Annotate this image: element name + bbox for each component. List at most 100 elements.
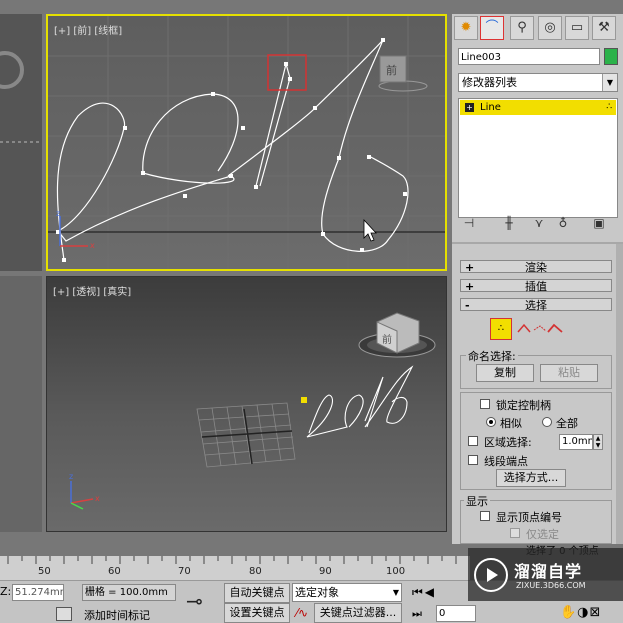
stack-item-line[interactable]: + Line ∴ xyxy=(460,100,616,115)
make-unique-icon[interactable]: ⋎ xyxy=(530,214,548,232)
named-selection-title: 命名选择: xyxy=(466,348,518,364)
viewport-nav-icons[interactable]: ✋◑⊠ xyxy=(560,605,601,620)
segment-spline-level-icons[interactable] xyxy=(516,322,566,336)
tick-label: 70 xyxy=(178,566,191,577)
object-color-swatch[interactable] xyxy=(604,48,618,65)
grid-size-display: 栅格 = 100.0mm xyxy=(82,584,176,601)
modifier-stack[interactable]: + Line ∴ xyxy=(458,98,618,218)
remove-modifier-icon[interactable]: ♁ xyxy=(554,214,572,232)
home-grid xyxy=(196,402,296,468)
tick-label: 90 xyxy=(319,566,332,577)
chevron-down-icon: ▼ xyxy=(392,588,399,597)
modifier-list-dropdown[interactable]: 修改器列表 ▼ xyxy=(458,73,618,92)
add-time-tag-label[interactable]: 添加时间标记 xyxy=(84,607,150,623)
object-name-field[interactable]: Line003 xyxy=(458,48,600,65)
watermark-brand: 溜溜自学 xyxy=(514,562,583,581)
command-panel: ✹ ⌒ ⚲ ◎ ▭ ⚒ Line003 修改器列表 ▼ + Line ∴ ⊣ ╫ … xyxy=(452,14,623,557)
similar-radio[interactable] xyxy=(486,417,496,427)
all-label: 全部 xyxy=(556,417,578,430)
show-end-result-icon[interactable]: ╫ xyxy=(500,214,518,232)
copy-button[interactable]: 复制 xyxy=(476,364,534,382)
key-mode-icon[interactable]: ⏭ xyxy=(412,607,422,621)
z-coordinate-field[interactable]: 51.274mm xyxy=(12,584,64,601)
rollup-render[interactable]: + 渲染 xyxy=(460,260,612,274)
auto-key-button[interactable]: 自动关键点 xyxy=(224,583,290,603)
rollup-interpolation[interactable]: + 插值 xyxy=(460,279,612,293)
watermark-url: ZIXUE.3D66.COM xyxy=(516,581,586,590)
key-filter-icon: ⁄∿ xyxy=(296,606,309,620)
configure-sets-icon[interactable]: ▣ xyxy=(590,214,608,232)
selected-only-label: 仅选定 xyxy=(526,528,559,541)
selected-object-dropdown[interactable]: 选定对象 ▼ xyxy=(292,583,402,602)
pin-stack-icon[interactable]: ⊣ xyxy=(460,214,478,232)
rollup-interpolation-label: 插值 xyxy=(525,280,547,293)
viewcube-front[interactable]: 前 xyxy=(378,55,428,92)
stack-toolbar: ⊣ ╫ ⋎ ♁ ▣ xyxy=(458,214,618,234)
svg-text:z: z xyxy=(56,209,60,218)
key-filters-button[interactable]: 关键点过滤器... xyxy=(314,603,402,623)
motion-tab-icon[interactable]: ◎ xyxy=(538,16,562,40)
perspective-viewport[interactable]: [+] [透视] [真实] 前 z x xyxy=(46,276,447,532)
modify-tab-icon[interactable]: ⌒ xyxy=(480,16,504,40)
set-key-button[interactable]: 设置关键点 xyxy=(224,603,290,623)
rollup-render-label: 渲染 xyxy=(525,261,547,274)
svg-text:z: z xyxy=(69,472,73,481)
mouse-cursor-icon xyxy=(363,218,377,242)
front-viewport[interactable]: [+] [前] [线框] 前 z x xyxy=(46,14,447,271)
show-vertex-numbers-label: 显示顶点编号 xyxy=(496,511,562,524)
area-selection-checkbox[interactable] xyxy=(468,436,478,446)
perspective-viewport-canvas: 前 z x xyxy=(69,312,436,510)
rollup-selection-label: 选择 xyxy=(525,299,547,312)
stack-item-label: Line xyxy=(480,102,501,113)
playback-controls-icon[interactable]: ⏮◀ xyxy=(412,585,436,600)
segment-end-label: 线段端点 xyxy=(484,455,528,468)
axis-gizmo-perspective: z x xyxy=(69,472,100,510)
svg-text:前: 前 xyxy=(382,333,392,346)
similar-label: 相似 xyxy=(500,417,522,430)
chevron-down-icon: ▼ xyxy=(602,74,617,91)
vertex-highlight-box xyxy=(267,54,307,91)
tick-label: 50 xyxy=(38,566,51,577)
segment-end-checkbox[interactable] xyxy=(468,455,478,465)
lock-handles-checkbox[interactable] xyxy=(480,399,490,409)
current-frame-field[interactable]: 0 xyxy=(436,605,476,622)
selected-only-checkbox[interactable] xyxy=(510,528,520,538)
z-coordinate-label: Z: xyxy=(0,585,12,598)
utilities-tab-icon[interactable]: ⚒ xyxy=(592,16,616,40)
svg-text:x: x xyxy=(90,241,95,250)
watermark-overlay: 溜溜自学 ZIXUE.3D66.COM xyxy=(468,548,623,601)
command-panel-scrollbar[interactable] xyxy=(616,244,623,544)
display-title: 显示 xyxy=(464,493,490,509)
left-viewport-top[interactable] xyxy=(0,14,42,271)
time-tag-icon[interactable] xyxy=(56,607,72,621)
front-viewport-canvas: 前 z x xyxy=(48,16,445,269)
left-viewport-top-graphic xyxy=(0,51,42,143)
hierarchy-tab-icon[interactable]: ⚲ xyxy=(510,16,534,40)
select-by-button[interactable]: 选择方式... xyxy=(496,469,566,487)
expand-icon[interactable]: + xyxy=(465,102,474,112)
display-tab-icon[interactable]: ▭ xyxy=(565,16,589,40)
tick-label: 100 xyxy=(386,566,406,577)
paste-button[interactable]: 粘贴 xyxy=(540,364,598,382)
vertex-dots-icon: ∴ xyxy=(606,102,612,112)
tick-label: 80 xyxy=(249,566,262,577)
cube-face-label: 前 xyxy=(386,63,397,77)
rollup-selection[interactable]: - 选择 xyxy=(460,298,612,312)
vertex-level-button[interactable]: ∴ xyxy=(490,318,512,340)
play-logo-icon xyxy=(474,558,508,592)
all-radio[interactable] xyxy=(542,417,552,427)
left-viewport-bottom[interactable] xyxy=(0,276,42,532)
svg-text:x: x xyxy=(95,494,100,503)
tick-label: 60 xyxy=(108,566,121,577)
area-selection-label: 区域选择: xyxy=(484,436,532,449)
lock-handles-label: 锁定控制柄 xyxy=(496,399,551,412)
selected-object-label: 选定对象 xyxy=(295,586,339,599)
show-vertex-numbers-checkbox[interactable] xyxy=(480,511,490,521)
area-spinner-icon[interactable]: ▲ ▼ xyxy=(593,434,603,450)
create-tab-icon[interactable]: ✹ xyxy=(454,16,478,40)
command-panel-tabs: ✹ ⌒ ⚲ ◎ ▭ ⚒ xyxy=(452,14,623,44)
key-icon[interactable]: ⊸ xyxy=(186,589,203,613)
modifier-list-label: 修改器列表 xyxy=(462,76,517,89)
area-selection-value[interactable]: 1.0mm xyxy=(559,434,593,450)
viewcube-perspective[interactable]: 前 xyxy=(358,312,436,358)
